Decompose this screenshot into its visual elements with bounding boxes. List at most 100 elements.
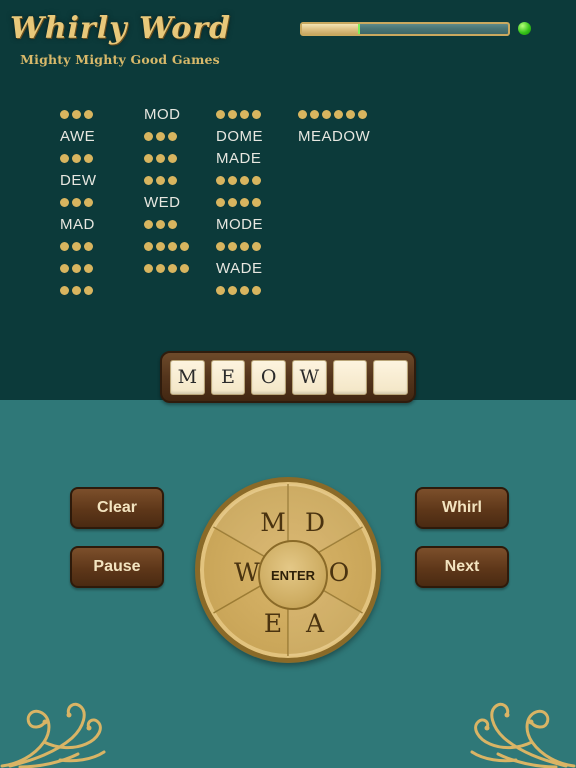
found-word: DEW <box>60 171 144 190</box>
placeholder-dots <box>60 281 96 300</box>
placeholder-dots <box>60 259 96 278</box>
found-word: AWE <box>60 127 144 146</box>
placeholder-dot <box>168 132 177 142</box>
rack-tile-empty[interactable] <box>373 359 409 395</box>
found-word-text: MOD <box>144 106 181 123</box>
unfound-word-placeholder <box>144 127 216 146</box>
placeholder-dot <box>298 110 307 120</box>
found-word-text: WED <box>144 194 181 211</box>
unfound-word-placeholder <box>144 149 216 168</box>
unfound-word-placeholder <box>60 281 144 300</box>
placeholder-dot <box>144 220 153 230</box>
placeholder-dot <box>72 242 81 252</box>
rack-tile-letter[interactable]: W <box>292 359 327 395</box>
letter-rack[interactable]: MEOW <box>160 351 416 403</box>
placeholder-dot <box>228 198 237 208</box>
unfound-word-placeholder <box>60 105 144 124</box>
unfound-word-placeholder <box>216 237 298 256</box>
unfound-word-placeholder <box>216 105 298 124</box>
found-word-text: MAD <box>60 216 95 233</box>
placeholder-dot <box>84 264 93 274</box>
placeholder-dot <box>60 264 69 274</box>
placeholder-dot <box>240 176 249 186</box>
placeholder-dots <box>60 149 96 168</box>
unfound-word-placeholder <box>216 281 298 300</box>
placeholder-dots <box>216 105 264 124</box>
placeholder-dot <box>216 242 225 252</box>
rack-tile-letter[interactable]: E <box>210 359 246 395</box>
placeholder-dots <box>298 105 370 124</box>
word-column-3: DOME MADE MODE WADE <box>216 105 298 303</box>
placeholder-dot <box>228 286 237 296</box>
rack-tile-letter[interactable]: M <box>170 359 205 395</box>
placeholder-dots <box>216 171 264 190</box>
placeholder-dots <box>144 237 192 256</box>
wheel-letter-4[interactable]: E <box>258 609 288 638</box>
clear-button[interactable]: Clear <box>70 487 164 529</box>
wheel-letter-2[interactable]: O <box>324 558 354 587</box>
placeholder-dot <box>228 176 237 186</box>
wheel-letter-0[interactable]: M <box>258 508 288 537</box>
found-word-text: AWE <box>60 128 96 145</box>
placeholder-dot <box>84 198 93 208</box>
unfound-word-placeholder <box>60 237 144 256</box>
rack-tile-empty[interactable] <box>332 359 368 395</box>
placeholder-dot <box>168 176 177 186</box>
placeholder-dot <box>180 264 189 274</box>
placeholder-dot <box>252 198 261 208</box>
placeholder-dot <box>72 110 81 120</box>
unfound-word-placeholder <box>144 171 216 190</box>
placeholder-dots <box>60 237 96 256</box>
placeholder-dot <box>240 286 249 296</box>
unfound-word-placeholder <box>60 259 144 278</box>
placeholder-dot <box>334 110 343 120</box>
wheel-letter-3[interactable]: A <box>300 609 330 638</box>
placeholder-dot <box>216 176 225 186</box>
status-indicator-dot <box>518 22 531 35</box>
logo-title: Whirly Word <box>10 11 232 46</box>
found-word: MADE <box>216 149 298 168</box>
timer-progress-bar <box>300 22 510 36</box>
placeholder-dots <box>216 281 264 300</box>
wheel-letter-1[interactable]: D <box>300 508 330 537</box>
placeholder-dot <box>144 264 153 274</box>
placeholder-dot <box>60 110 69 120</box>
placeholder-dot <box>216 198 225 208</box>
word-list-grid: AWE DEW MAD MOD WED DOME MADE MODE WADE MEADOW <box>60 105 540 303</box>
found-word-text: DEW <box>60 172 97 189</box>
placeholder-dot <box>144 176 153 186</box>
enter-button[interactable]: ENTER <box>258 540 328 610</box>
placeholder-dot <box>216 286 225 296</box>
placeholder-dot <box>310 110 319 120</box>
timer-progress-marker <box>357 24 360 34</box>
placeholder-dot <box>156 264 165 274</box>
placeholder-dot <box>156 176 165 186</box>
found-word: MOD <box>144 105 216 124</box>
word-column-2: MOD WED <box>144 105 216 303</box>
placeholder-dot <box>60 286 69 296</box>
placeholder-dot <box>72 154 81 164</box>
game-logo: Whirly Word Mighty Mighty Good Games <box>10 10 230 67</box>
placeholder-dot <box>240 110 249 120</box>
placeholder-dots <box>144 215 180 234</box>
game-screen: Whirly Word Mighty Mighty Good Games AWE… <box>0 0 576 768</box>
found-word-text: MEADOW <box>298 128 371 145</box>
next-button[interactable]: Next <box>415 546 509 588</box>
puzzle-panel: Whirly Word Mighty Mighty Good Games AWE… <box>0 0 576 400</box>
rack-tile-letter[interactable]: O <box>251 359 287 395</box>
unfound-word-placeholder <box>216 171 298 190</box>
pause-button[interactable]: Pause <box>70 546 164 588</box>
placeholder-dot <box>358 110 367 120</box>
placeholder-dot <box>72 286 81 296</box>
found-word: MAD <box>60 215 144 234</box>
letter-wheel[interactable]: M D O A E W ENTER <box>195 477 381 663</box>
whirl-button[interactable]: Whirl <box>415 487 509 529</box>
placeholder-dot <box>252 286 261 296</box>
found-word: MEADOW <box>298 127 418 146</box>
placeholder-dot <box>322 110 331 120</box>
placeholder-dot <box>156 132 165 142</box>
placeholder-dot <box>60 198 69 208</box>
placeholder-dots <box>144 127 180 146</box>
found-word-text: DOME <box>216 128 263 145</box>
placeholder-dot <box>144 242 153 252</box>
